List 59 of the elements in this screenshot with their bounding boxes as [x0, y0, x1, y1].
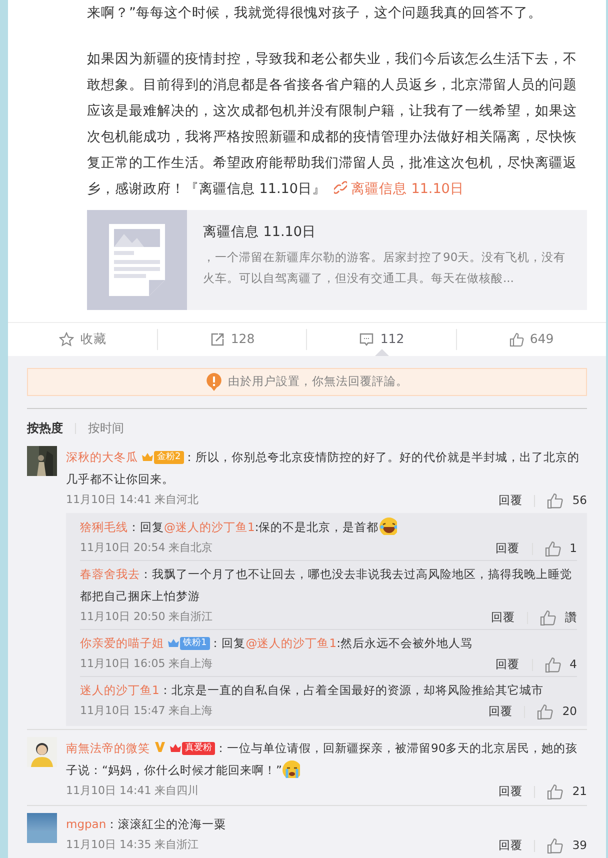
post-paragraph: 如果因为新疆的疫情封控，导致我和老公都失业，我们今后该怎么生活下去，不敢想象。目前得到的消息都是各省接各省户籍的人员返乡，北京滞留人员的问题应该是最难解决的，这次成都包机并没有限制户籍，让我有了一线希望，如果这次包机能成功，我将严格按照新疆和成都的疫情管理办法做好相关隔离，尽快恢复正常的工作生活。希望政府能帮助我们滞留人员，批准这次包机，尽快离疆返乡，感谢政府！『离疆信息 11.10日』 离疆信息 11.10日 — [87, 50, 578, 199]
like-button[interactable]: 1 — [544, 540, 577, 558]
share-icon — [210, 332, 225, 347]
reply-link[interactable]: 回覆 — [488, 702, 512, 720]
comment-time: 11月10日 16:05 来自上海 — [80, 656, 214, 672]
sort-tab[interactable]: 按时间 — [88, 419, 124, 437]
comment-text: mgpan：滚滚紅尘的沧海一粟 — [66, 816, 228, 833]
reply-link[interactable]: 回覆 — [498, 782, 522, 800]
sort-tab[interactable]: 按热度 — [27, 419, 63, 437]
crown-icon — [170, 743, 181, 754]
share-button[interactable]: 128 — [158, 323, 307, 356]
comment-text: 深秋的大冬瓜 金粉2 ：所以，你别总夸北京疫情防控的好了。好的代价就是半封城，出了北京的几乎都不让你回来。 — [66, 449, 581, 488]
like-button[interactable]: 讚 — [540, 608, 577, 626]
crown-icon — [142, 452, 153, 463]
comment-text: 南無法帝的微笑 真爱粉 ：一位与单位请假，回新疆探亲，被滞留90多天的北京居民，她的孩子说：“妈妈，你什么时候才能回来啊！” — [66, 740, 579, 780]
article-title: 离疆信息 11.10日 — [203, 223, 317, 242]
comment-icon — [359, 332, 374, 347]
like-button[interactable]: 20 — [537, 702, 577, 720]
like-button[interactable]: 4 — [544, 656, 577, 674]
favorite-button[interactable]: 收藏 — [8, 323, 158, 356]
article-summary: ，一个滞留在新疆库尔勒的游客。居家封控了90天。没有飞机，没有火车。可以自驾离疆了，但没有交通工具。每天在做核酸... — [203, 249, 567, 288]
comment-text: 你亲爱的喵子姐 铁粉1 ：回复@迷人的沙丁鱼1:然后永远不会被外地人骂 — [80, 635, 474, 652]
thumbs-up-icon — [547, 492, 564, 508]
reply-link[interactable]: 回覆 — [498, 492, 522, 510]
comment-time: 11月10日 20:54 来自北京 — [80, 540, 214, 556]
thumbs-up-icon — [508, 332, 524, 347]
comment-time: 11月10日 14:35 来自浙江 — [66, 837, 200, 854]
reply-link[interactable]: 回覆 — [496, 656, 520, 674]
crown-icon — [168, 638, 179, 649]
post-paragraph: 来啊？”每每这个时候，我就觉得很愧对孩子，这个问题我真的回答不了。 — [87, 4, 543, 23]
warning-icon — [206, 373, 222, 391]
thumbs-up-icon — [547, 838, 564, 854]
comment-time: 11月10日 15:47 来自上海 — [80, 703, 214, 720]
thumbs-up-icon — [537, 704, 554, 720]
reply-link[interactable]: 回覆 — [496, 540, 520, 558]
comment-time: 11月10日 14:41 来自四川 — [66, 783, 200, 800]
article-card[interactable]: 离疆信息 11.10日 ，一个滞留在新疆库尔勒的游客。居家封控了90天。没有飞机，没有火车。可以自驾离疆了，但没有交通工具。每天在做核酸... — [87, 210, 587, 310]
reply-link[interactable]: 回覆 — [491, 608, 515, 626]
laughing-emoji-icon — [378, 517, 397, 535]
comment-text: 猞猁毛线：回复@迷人的沙丁鱼1:保的不是北京，是首都 — [80, 516, 577, 538]
comment-button[interactable]: 112 — [307, 323, 456, 356]
link-icon — [334, 181, 347, 194]
reply-link[interactable]: 回覆 — [498, 836, 522, 854]
star-icon — [59, 332, 74, 347]
comment-text: 迷人的沙丁鱼1：北京是一直的自私自保，占着全国最好的资源，却将风险推給其它城市 — [80, 682, 544, 699]
thumbs-up-icon — [540, 610, 557, 626]
comment-text: 春蓉舍我去：我飘了一个月了也不让回去，哪也没去非说我去过高风险地区，搞得我晚上睡觉都把自己捆床上怕梦游 — [80, 566, 573, 605]
like-button[interactable]: 21 — [547, 782, 587, 800]
like-button[interactable]: 649 — [456, 323, 606, 356]
thumbs-up-icon — [547, 784, 564, 800]
thumbs-up-icon — [544, 540, 562, 556]
crying-emoji-icon — [282, 760, 300, 778]
comment-time: 11月10日 20:50 来自浙江 — [80, 609, 214, 626]
like-button[interactable]: 39 — [547, 836, 587, 854]
thumbs-up-icon — [544, 656, 562, 672]
comment-time: 11月10日 14:41 来自河北 — [66, 492, 200, 508]
like-button[interactable]: 56 — [547, 492, 587, 510]
notice-text: 由於用户設置，你無法回覆評論。 — [228, 373, 408, 390]
article-thumbnail-icon — [87, 210, 187, 310]
